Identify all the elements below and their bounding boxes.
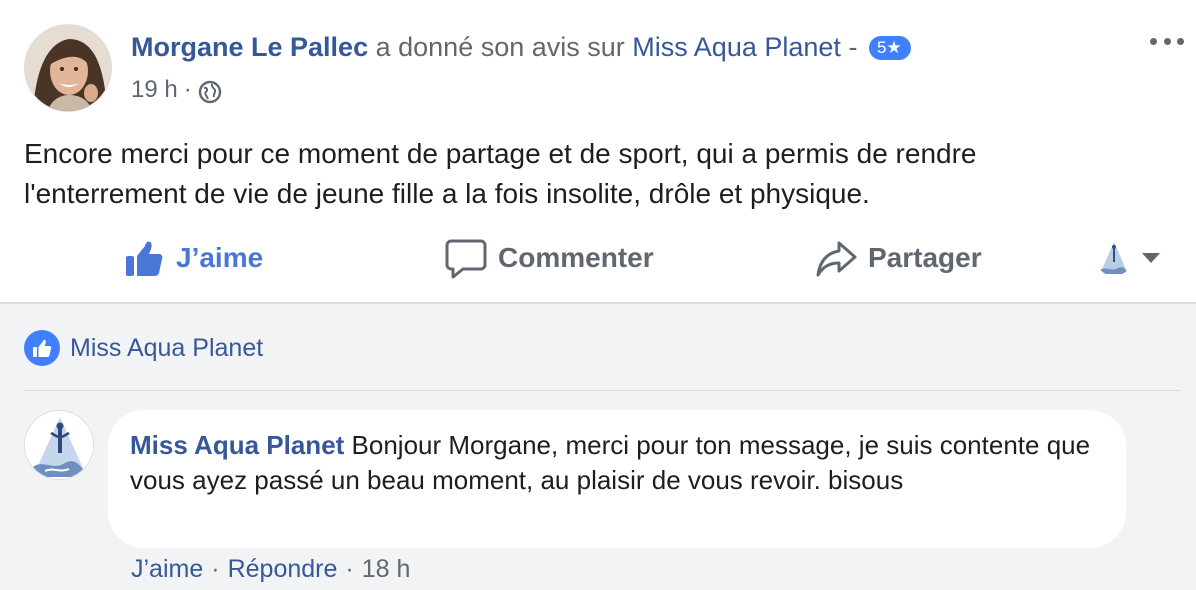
thumbs-up-icon	[122, 236, 166, 280]
commenter-avatar[interactable]	[24, 410, 94, 480]
caret-down-icon	[1142, 253, 1160, 263]
post-timestamp[interactable]: 19 h	[131, 76, 178, 104]
like-label: J’aime	[176, 242, 264, 273]
action-bar: J’aime Commenter Partager	[0, 228, 1196, 288]
reviewed-text: a donné son avis sur	[375, 32, 625, 62]
author-avatar[interactable]	[24, 24, 112, 112]
comments-section: Miss Aqua Planet Miss Aqua Planet Bonjou…	[0, 302, 1196, 590]
header-dash: -	[848, 32, 858, 62]
page-mini-logo	[1096, 240, 1132, 276]
author-name[interactable]: Morgane Le Pallec	[131, 32, 368, 62]
rating-badge[interactable]: 5★	[868, 36, 911, 60]
like-button[interactable]: J’aime	[122, 228, 263, 288]
comment-actions: J’aime · Répondre · 18 h	[131, 554, 410, 584]
comment-timestamp[interactable]: 18 h	[362, 554, 411, 584]
likes-summary[interactable]: Miss Aqua Planet	[24, 330, 263, 366]
comment-button[interactable]: Commenter	[444, 228, 654, 288]
comment-bubble: Miss Aqua Planet Bonjour Morgane, merci …	[108, 410, 1126, 548]
comment-author[interactable]: Miss Aqua Planet	[130, 430, 344, 460]
share-arrow-icon	[814, 236, 858, 280]
like-badge-icon	[24, 330, 60, 366]
divider	[24, 390, 1180, 391]
comment-separator-1: ·	[211, 555, 220, 583]
likes-name[interactable]: Miss Aqua Planet	[70, 334, 263, 363]
review-post: Morgane Le Pallec a donné son avis sur M…	[0, 0, 1196, 302]
meta-separator: ·	[183, 76, 192, 103]
more-options-icon[interactable]	[1150, 28, 1184, 54]
page-name-link[interactable]: Miss Aqua Planet	[632, 32, 841, 62]
post-meta: 19 h ·	[131, 76, 222, 104]
speech-bubble-icon	[444, 236, 488, 280]
globe-icon[interactable]	[198, 80, 222, 104]
comment-like-link[interactable]: J’aime	[131, 554, 203, 584]
share-label: Partager	[868, 242, 982, 273]
comment-reply-link[interactable]: Répondre	[228, 554, 338, 584]
post-text: Encore merci pour ce moment de partage e…	[24, 138, 977, 209]
share-button[interactable]: Partager	[814, 228, 982, 288]
post-as-selector[interactable]	[1096, 238, 1166, 278]
comment-label: Commenter	[498, 242, 654, 273]
comment-separator-2: ·	[345, 555, 354, 583]
post-header: Morgane Le Pallec a donné son avis sur M…	[131, 30, 911, 64]
